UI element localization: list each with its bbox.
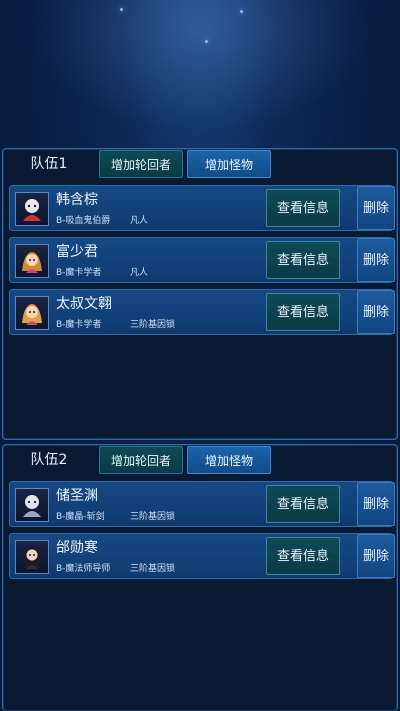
background-sparkle [240,10,243,13]
character-avatar-icon [15,540,49,574]
member-class: B-吸血鬼伯爵 [56,216,111,226]
view-info-button[interactable]: 查看信息 [266,189,340,227]
team-title: 队伍1 [30,156,68,172]
member-name: 富少君 [56,244,98,260]
member-level: 三阶基因锁 [130,512,176,522]
member-row: 太叔文翱 B-魔卡学者 三阶基因锁 查看信息 删除 [9,289,395,335]
team-title: 队伍2 [30,452,68,468]
member-level: 凡人 [130,268,149,278]
view-info-button[interactable]: 查看信息 [266,241,340,279]
delete-button[interactable]: 删除 [357,238,395,282]
team-panel-2: 队伍2 增加轮回者 增加怪物 储圣渊 B-魔晶-斩剑 三阶基因锁 查看信息 删除… [2,444,398,711]
character-avatar-icon [15,296,49,330]
member-name: 韩含棕 [56,192,98,208]
team-header: 队伍1 增加轮回者 增加怪物 [3,149,397,179]
member-class: B-魔晶-斩剑 [56,512,105,522]
member-row: 富少君 B-魔卡学者 凡人 查看信息 删除 [9,237,395,283]
member-level: 三阶基因锁 [130,320,176,330]
member-name: 邰勋寒 [56,540,98,556]
member-class: B-魔卡学者 [56,320,102,330]
member-level: 三阶基因锁 [130,564,176,574]
member-class: B-魔法师导师 [56,564,111,574]
member-level: 凡人 [130,216,149,226]
add-monster-tab[interactable]: 增加怪物 [187,150,271,178]
add-reincarnator-tab[interactable]: 增加轮回者 [99,446,183,474]
team-panel-1: 队伍1 增加轮回者 增加怪物 韩含棕 B-吸血鬼伯爵 凡人 查看信息 删除 富少… [2,148,398,440]
character-avatar-icon [15,244,49,278]
view-info-button[interactable]: 查看信息 [266,537,340,575]
member-class: B-魔卡学者 [56,268,102,278]
background-sparkle [120,8,123,11]
background-sparkle [205,40,208,43]
add-monster-tab[interactable]: 增加怪物 [187,446,271,474]
character-avatar-icon [15,192,49,226]
delete-button[interactable]: 删除 [357,482,395,526]
delete-button[interactable]: 删除 [357,534,395,578]
member-row: 储圣渊 B-魔晶-斩剑 三阶基因锁 查看信息 删除 [9,481,395,527]
background-glow [0,0,400,150]
character-avatar-icon [15,488,49,522]
delete-button[interactable]: 删除 [357,186,395,230]
member-row: 邰勋寒 B-魔法师导师 三阶基因锁 查看信息 删除 [9,533,395,579]
member-row: 韩含棕 B-吸血鬼伯爵 凡人 查看信息 删除 [9,185,395,231]
add-reincarnator-tab[interactable]: 增加轮回者 [99,150,183,178]
team-header: 队伍2 增加轮回者 增加怪物 [3,445,397,475]
view-info-button[interactable]: 查看信息 [266,293,340,331]
delete-button[interactable]: 删除 [357,290,395,334]
member-name: 太叔文翱 [56,296,112,312]
view-info-button[interactable]: 查看信息 [266,485,340,523]
member-name: 储圣渊 [56,488,98,504]
